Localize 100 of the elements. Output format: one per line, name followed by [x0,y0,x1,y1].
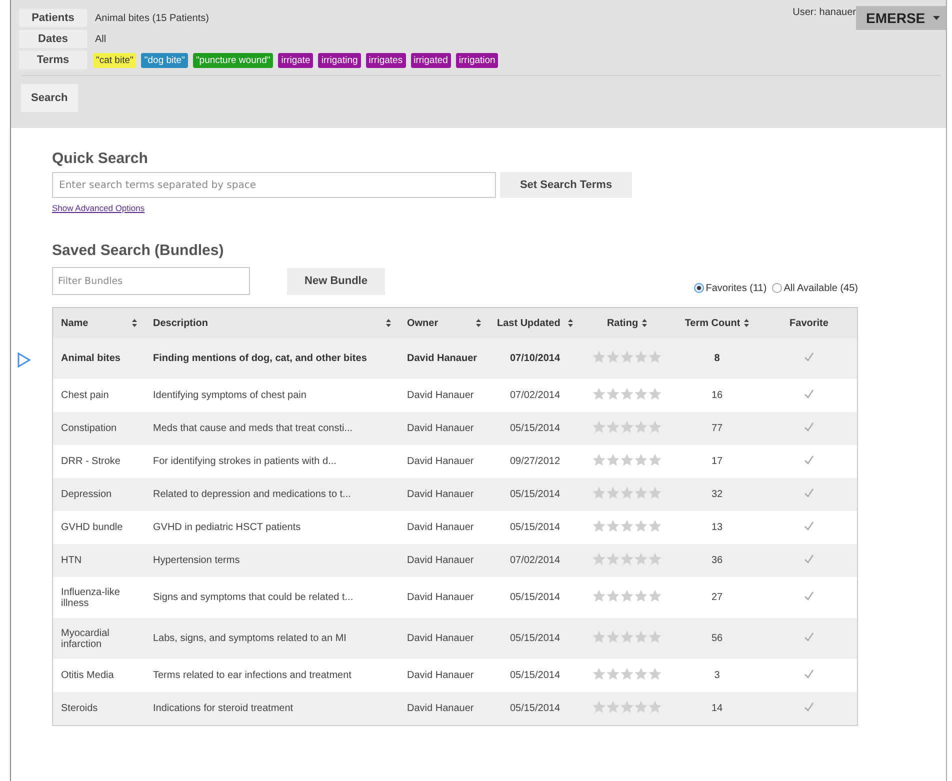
star-icon[interactable] [648,387,662,401]
star-icon[interactable] [606,700,620,714]
term-tag[interactable]: "cat bite" [93,52,136,68]
filter-label[interactable]: Terms [19,51,87,69]
star-icon[interactable] [648,350,662,364]
sort-icon[interactable] [476,319,481,327]
check-icon[interactable] [804,422,814,432]
filter-field[interactable]: Filter Bundles [52,267,250,295]
star-icon[interactable] [620,630,634,644]
check-icon[interactable] [804,352,814,362]
star-icon[interactable] [634,519,648,533]
check-icon[interactable] [804,455,814,465]
advanced-options-link[interactable]: Show Advanced Options [52,203,145,213]
star-icon[interactable] [634,486,648,500]
term-tag[interactable]: irrigation [456,52,498,68]
star-icon[interactable] [592,589,606,603]
star-icon[interactable] [620,589,634,603]
radio-button[interactable] [694,283,704,293]
sort-icon[interactable] [132,319,137,327]
radio-button[interactable] [772,283,782,293]
star-icon[interactable] [620,552,634,566]
sort-icon[interactable] [642,319,648,327]
sort-icon[interactable] [744,319,750,327]
star-icon[interactable] [620,350,634,364]
sort-icon[interactable] [568,319,573,327]
star-icon[interactable] [634,350,648,364]
star-icon[interactable] [634,552,648,566]
table-cell[interactable]: DRR - Stroke [61,456,137,467]
star-icon[interactable] [620,667,634,681]
star-rating[interactable] [592,453,662,467]
star-rating[interactable] [592,667,662,681]
check-icon[interactable] [804,591,814,601]
star-icon[interactable] [592,486,606,500]
term-tag[interactable]: "puncture wound" [192,52,274,68]
term-tag[interactable]: irrigated [410,52,451,68]
star-icon[interactable] [648,453,662,467]
search-button[interactable]: Search [21,84,78,112]
check-icon[interactable] [804,521,814,531]
star-icon[interactable] [592,552,606,566]
star-icon[interactable] [606,589,620,603]
check-icon[interactable] [804,389,814,399]
app-menu-button[interactable]: EMERSE [856,6,946,30]
star-rating[interactable] [592,350,662,364]
star-icon[interactable] [606,667,620,681]
check-icon[interactable] [804,632,814,642]
star-rating[interactable] [592,552,662,566]
star-icon[interactable] [606,486,620,500]
set-search-terms-button[interactable]: Set Search Terms [500,172,632,198]
term-tag[interactable]: irrigating [318,52,361,68]
table-cell[interactable]: Otitis Media [61,670,137,681]
term-tag[interactable]: irrigate [278,52,314,68]
star-icon[interactable] [634,453,648,467]
star-icon[interactable] [606,519,620,533]
star-icon[interactable] [634,700,648,714]
check-icon[interactable] [804,554,814,564]
star-icon[interactable] [648,420,662,434]
star-icon[interactable] [592,700,606,714]
star-rating[interactable] [592,387,662,401]
star-icon[interactable] [606,453,620,467]
star-icon[interactable] [620,420,634,434]
check-icon[interactable] [804,702,814,712]
table-cell[interactable]: GVHD bundle [61,522,137,533]
star-icon[interactable] [592,519,606,533]
check-icon[interactable] [804,669,814,679]
star-icon[interactable] [606,420,620,434]
filter-label[interactable]: Patients [19,9,87,27]
star-icon[interactable] [620,453,634,467]
new-bundle-button[interactable]: New Bundle [287,268,385,294]
star-icon[interactable] [648,519,662,533]
search-field[interactable]: Enter search terms separated by space [52,172,496,198]
star-icon[interactable] [592,350,606,364]
star-rating[interactable] [592,519,662,533]
sort-icon[interactable] [386,319,391,327]
star-icon[interactable] [592,667,606,681]
star-icon[interactable] [592,387,606,401]
star-icon[interactable] [606,630,620,644]
check-icon[interactable] [804,488,814,498]
star-rating[interactable] [592,589,662,603]
star-icon[interactable] [648,589,662,603]
star-icon[interactable] [606,350,620,364]
star-icon[interactable] [606,552,620,566]
column-header[interactable]: Favorite [790,318,828,328]
star-icon[interactable] [592,630,606,644]
star-icon[interactable] [634,387,648,401]
star-icon[interactable] [592,420,606,434]
radio-label[interactable]: Favorites (11) [706,282,767,294]
star-icon[interactable] [648,552,662,566]
star-icon[interactable] [648,630,662,644]
table-cell[interactable]: Influenza-like illness [61,586,137,608]
star-icon[interactable] [634,589,648,603]
star-icon[interactable] [620,486,634,500]
star-rating[interactable] [592,630,662,644]
star-icon[interactable] [620,700,634,714]
column-header[interactable]: Rating [606,318,638,328]
column-header[interactable]: Owner [407,318,438,328]
star-icon[interactable] [606,387,620,401]
star-icon[interactable] [648,486,662,500]
star-rating[interactable] [592,420,662,434]
term-tag[interactable]: irrigates [366,52,406,68]
star-icon[interactable] [634,667,648,681]
